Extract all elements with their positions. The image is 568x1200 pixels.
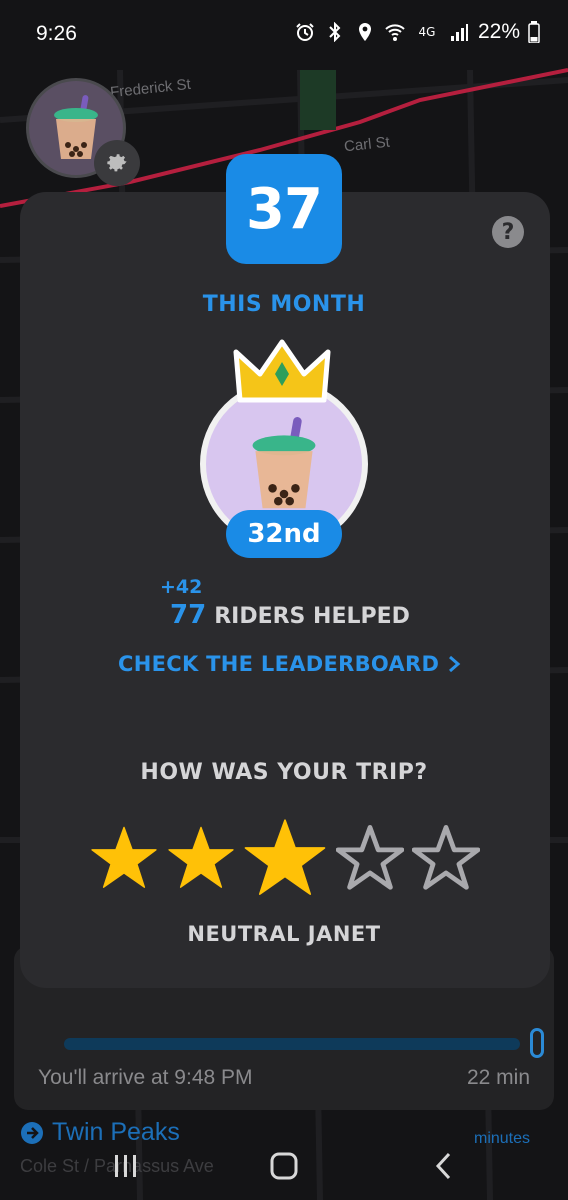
alarm-icon <box>294 21 316 43</box>
trip-question: HOW WAS YOUR TRIP? <box>140 760 428 785</box>
settings-gear-button[interactable] <box>94 140 140 186</box>
lte-icon: 4G <box>418 25 436 39</box>
monthly-count-badge: 37 <box>226 154 342 264</box>
battery-percent: 22% <box>477 20 520 43</box>
back-button[interactable] <box>424 1148 464 1184</box>
leaderboard-link[interactable]: CHECK THE LEADERBOARD <box>118 652 461 676</box>
home-icon <box>270 1152 298 1180</box>
star-rating <box>90 818 480 898</box>
help-icon[interactable]: ? <box>492 216 524 248</box>
location-icon <box>354 21 376 43</box>
star-2-filled-icon[interactable] <box>167 824 235 892</box>
signal-icon <box>448 21 470 43</box>
status-icons: 4G 22% <box>294 20 540 44</box>
monthly-count: 37 <box>246 176 323 242</box>
crown-icon <box>233 339 331 403</box>
recent-apps-button[interactable] <box>106 1148 146 1184</box>
trip-duration-text: 22 min <box>466 1066 530 1089</box>
gear-icon <box>107 154 127 172</box>
star-5-empty-icon[interactable] <box>412 824 480 892</box>
status-bar: 9:26 4G 22% <box>0 0 568 70</box>
riders-helped: 77 RIDERS HELPED <box>170 600 410 630</box>
bluetooth-icon <box>324 21 346 43</box>
status-time: 9:26 <box>36 22 77 45</box>
riders-label: RIDERS HELPED <box>214 604 410 629</box>
back-icon <box>435 1152 451 1180</box>
wifi-icon <box>384 21 406 43</box>
rating-label: NEUTRAL JANET <box>187 922 381 946</box>
arrival-time-text: You'll arrive at 9:48 PM <box>38 1066 253 1089</box>
chevron-right-icon <box>449 655 461 673</box>
star-4-empty-icon[interactable] <box>335 824 404 892</box>
home-button[interactable] <box>264 1148 304 1184</box>
trip-progress-knob[interactable] <box>530 1028 544 1058</box>
leaderboard-link-label: CHECK THE LEADERBOARD <box>118 652 440 676</box>
star-1-filled-icon[interactable] <box>90 824 158 892</box>
rank-pill: 32nd <box>226 510 342 558</box>
riders-delta: +42 <box>160 576 203 598</box>
riders-count: 77 <box>170 600 207 630</box>
battery-icon <box>528 21 540 43</box>
rank-text: 32nd <box>247 519 321 549</box>
trip-progress-track <box>64 1038 520 1050</box>
star-3-filled-icon[interactable] <box>243 816 327 900</box>
period-label: THIS MONTH <box>202 292 366 317</box>
recent-apps-icon <box>115 1155 136 1177</box>
system-nav-bar <box>0 1130 568 1200</box>
boba-tea-icon <box>252 417 316 509</box>
